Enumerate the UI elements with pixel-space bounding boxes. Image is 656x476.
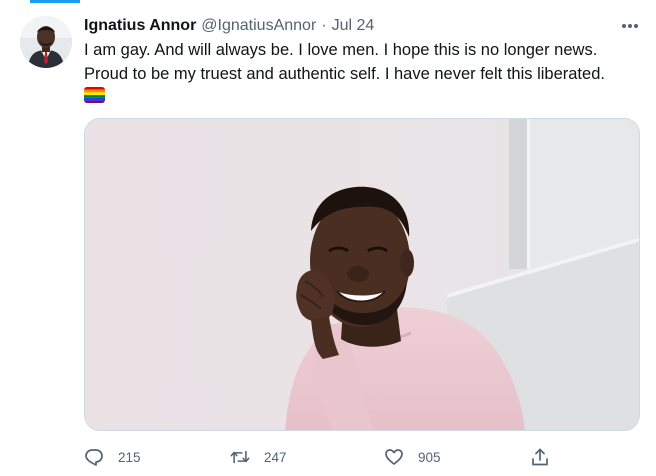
retweet-button[interactable]: 247 xyxy=(230,446,287,468)
reply-button[interactable]: 215 xyxy=(84,446,141,468)
tweet[interactable]: Ignatius Annor @IgnatiusAnnor · Jul 24 I… xyxy=(0,0,656,476)
like-button[interactable]: 905 xyxy=(384,446,441,468)
tweet-header: Ignatius Annor @IgnatiusAnnor · Jul 24 xyxy=(84,15,374,37)
share-icon xyxy=(530,447,550,467)
tweet-text-line: Proud to be my truest and authentic self… xyxy=(84,65,605,83)
tweet-photo[interactable] xyxy=(84,118,640,431)
avatar[interactable] xyxy=(20,16,72,68)
tweet-text-line: I am gay. And will always be. I love men… xyxy=(84,41,598,59)
author-handle[interactable]: @IgnatiusAnnor xyxy=(201,17,316,35)
tweet-actions: 215 247 905 xyxy=(84,446,564,468)
tweet-date[interactable]: Jul 24 xyxy=(332,17,375,35)
retweet-icon xyxy=(230,447,250,467)
more-options-button[interactable] xyxy=(618,15,642,37)
tweet-text: I am gay. And will always be. I love men… xyxy=(84,38,649,86)
more-dots-icon xyxy=(622,24,638,28)
retweet-count: 247 xyxy=(264,449,287,465)
like-count: 905 xyxy=(418,449,441,465)
reply-count: 215 xyxy=(118,449,141,465)
rainbow-flag-icon xyxy=(84,87,105,103)
share-button[interactable] xyxy=(530,446,550,468)
author-name[interactable]: Ignatius Annor xyxy=(84,17,196,35)
reply-icon xyxy=(84,447,104,467)
heart-icon xyxy=(384,447,404,467)
header-separator: · xyxy=(321,17,327,34)
